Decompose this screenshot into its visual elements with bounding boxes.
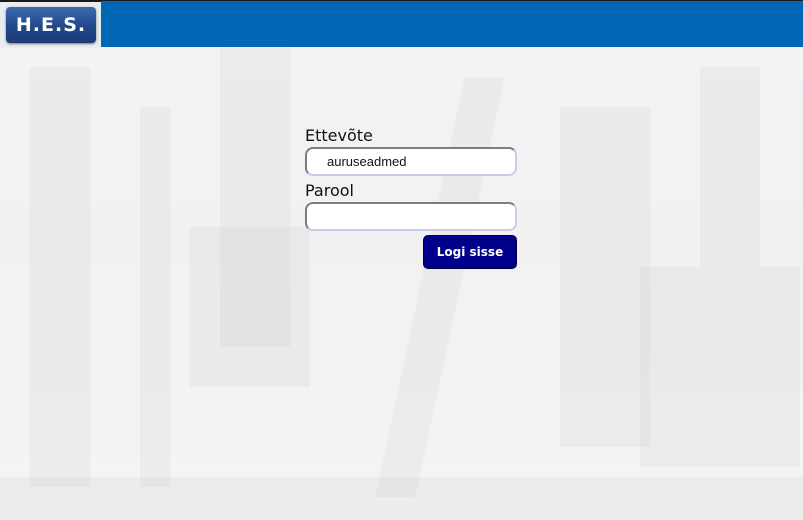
logo-container: H.E.S. (0, 1, 101, 48)
hes-logo[interactable]: H.E.S. (6, 7, 96, 43)
company-input[interactable] (305, 147, 517, 176)
password-label: Parool (305, 181, 354, 200)
top-header-bar: H.E.S. (0, 0, 803, 48)
button-row: Logi sisse (305, 235, 517, 275)
background-image (0, 47, 803, 520)
company-label: Ettevõte (305, 126, 373, 145)
login-form: Ettevõte Parool Logi sisse (305, 125, 517, 275)
password-input[interactable] (305, 202, 517, 231)
login-button[interactable]: Logi sisse (423, 235, 517, 269)
